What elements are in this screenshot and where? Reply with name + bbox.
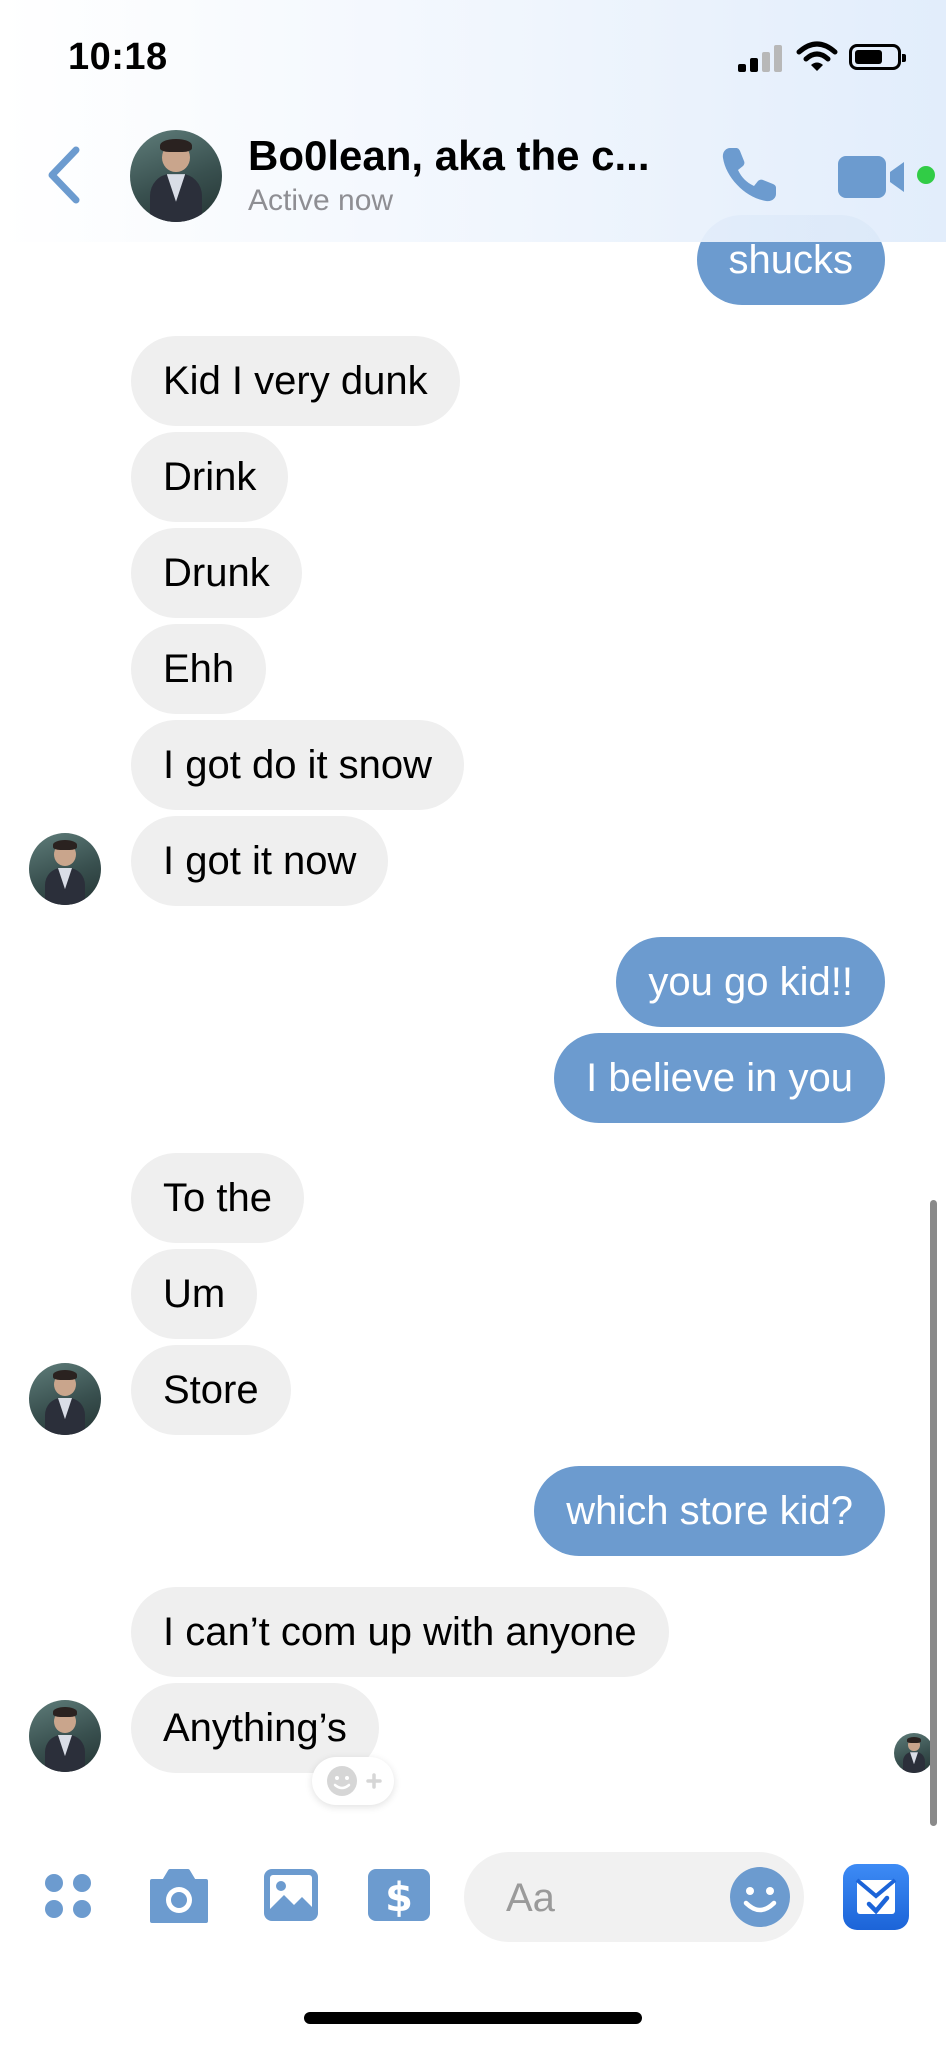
avatar-hair [160, 139, 192, 153]
scrollbar[interactable] [930, 1200, 937, 1826]
avatar-hair [907, 1737, 921, 1743]
wifi-icon [796, 41, 838, 71]
battery-nub [902, 54, 906, 62]
message-bubble-incoming[interactable]: Um [131, 1249, 258, 1339]
camera-icon[interactable] [146, 1863, 212, 1927]
contact-avatar[interactable] [130, 130, 222, 222]
message-compose-box[interactable] [464, 1852, 804, 1944]
contact-avatar[interactable] [29, 833, 101, 905]
online-indicator [917, 166, 935, 184]
battery-level [855, 50, 882, 64]
quick-send-icon [855, 1878, 897, 1915]
message-bubble-outgoing[interactable]: which store kid? [534, 1466, 885, 1556]
message-input[interactable] [504, 1852, 728, 1944]
home-indicator[interactable] [304, 2012, 642, 2024]
contact-name[interactable]: Bo0lean, aka the c... [248, 132, 650, 180]
message-bubble-incoming[interactable]: Drunk [131, 528, 302, 618]
signal-bar [750, 58, 758, 72]
seen-receipt-avatar [894, 1733, 934, 1773]
avatar-hair [52, 840, 78, 851]
message-bubble-outgoing[interactable]: I believe in you [554, 1033, 885, 1123]
status-bar-time: 10:18 [68, 36, 168, 78]
avatar-hair [52, 1370, 78, 1381]
smiley-icon[interactable] [728, 1865, 792, 1929]
contact-active-status: Active now [248, 184, 394, 217]
signal-bar [774, 45, 782, 72]
message-bubble-incoming[interactable]: I can’t com up with anyone [131, 1587, 669, 1677]
contact-avatar[interactable] [29, 1700, 101, 1772]
message-bubble-incoming[interactable]: I got it now [131, 816, 389, 906]
photo-icon[interactable] [262, 1863, 320, 1927]
video-camera-icon[interactable] [836, 152, 906, 202]
conversation-header: 10:18 Bo0lean, aka the c... Active now [0, 0, 946, 242]
message-bubble-incoming[interactable]: Drink [131, 432, 289, 522]
svg-text:$: $ [385, 1875, 413, 1921]
message-bubble-incoming[interactable]: Kid I very dunk [131, 336, 460, 426]
dollar-icon[interactable]: $ [366, 1863, 432, 1927]
message-bubble-outgoing[interactable]: you go kid!! [616, 937, 885, 1027]
message-thread[interactable]: shucks Kid I very dunk Drink Drunk Ehh I… [0, 0, 946, 1840]
battery-icon [849, 44, 906, 70]
four-dots-icon[interactable] [40, 1863, 96, 1927]
phone-icon[interactable] [716, 142, 782, 208]
signal-bar [738, 64, 746, 72]
message-bubble-incoming[interactable]: I got do it snow [131, 720, 465, 810]
back-chevron-icon[interactable] [40, 140, 90, 210]
message-bubble-incoming[interactable]: To the [131, 1153, 304, 1243]
cellular-signal-icon [738, 44, 786, 72]
message-bubble-incoming[interactable]: Ehh [131, 624, 267, 714]
contact-avatar[interactable] [29, 1363, 101, 1435]
add-reaction-button[interactable] [312, 1757, 394, 1805]
signal-bar [762, 52, 770, 72]
quick-send-button[interactable] [843, 1864, 909, 1930]
add-reaction-icon [327, 1766, 382, 1796]
avatar-hair [52, 1707, 78, 1718]
message-bubble-incoming[interactable]: Store [131, 1345, 291, 1435]
